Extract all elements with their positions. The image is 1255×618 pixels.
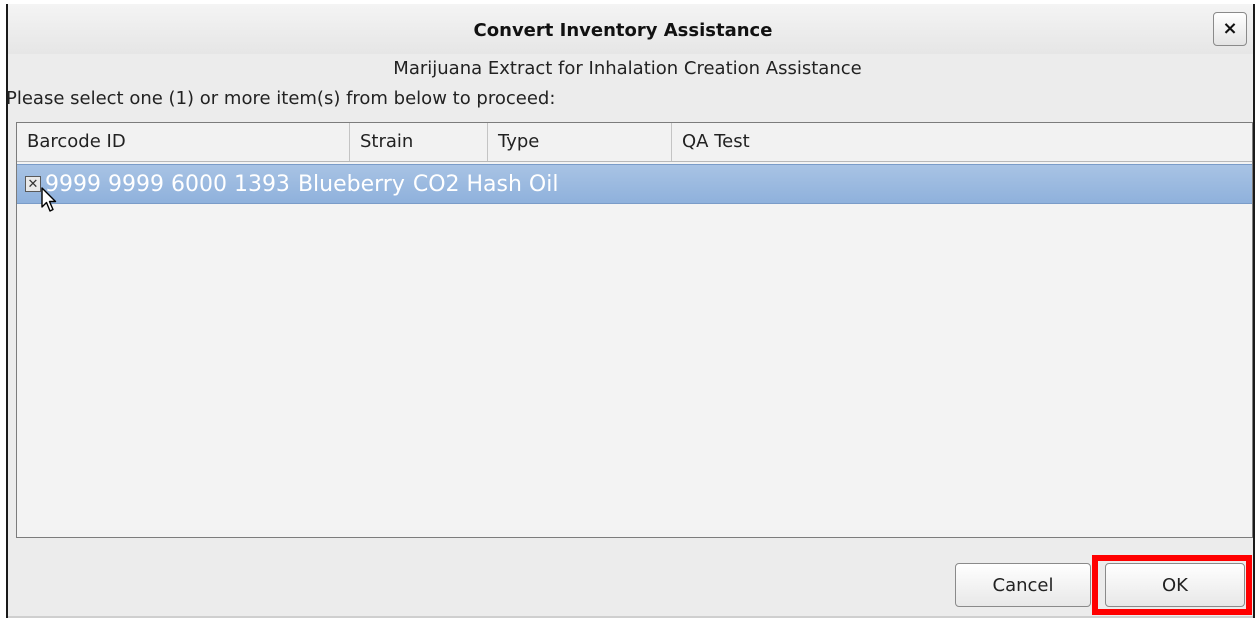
selection-instructions: Please select one (1) or more item(s) fr… [6, 88, 556, 109]
checkbox-checked-icon[interactable]: ✕ [25, 176, 41, 192]
table-row[interactable]: ✕ 9999 9999 6000 1393 Blueberry CO2 Hash… [17, 164, 1252, 212]
screenshot-page: Convert Inventory Assistance × Barcode I… [0, 0, 1255, 618]
ok-button[interactable]: OK [1105, 563, 1245, 607]
column-header-qa-test[interactable]: QA Test [672, 123, 1252, 161]
dialog-title: Convert Inventory Assistance [473, 20, 773, 41]
column-header-type[interactable]: Type [488, 123, 672, 161]
items-table: Barcode ID Strain Type QA Test ✕ 9999 99… [16, 122, 1253, 538]
close-icon: × [1222, 18, 1238, 39]
column-header-barcode-id[interactable]: Barcode ID [17, 123, 350, 161]
row-barcode-id: 9999 9999 6000 1393 [45, 171, 290, 197]
mouse-pointer-icon [41, 187, 57, 212]
cancel-button[interactable]: Cancel [955, 563, 1091, 607]
column-header-strain[interactable]: Strain [350, 123, 488, 161]
dialog-titlebar: Convert Inventory Assistance × [8, 4, 1253, 54]
row-type: CO2 Hash Oil [412, 171, 559, 197]
table-header: Barcode ID Strain Type QA Test [17, 123, 1252, 162]
dialog-subtitle: Marijuana Extract for Inhalation Creatio… [393, 58, 862, 79]
close-button[interactable]: × [1213, 12, 1247, 46]
row-strain: Blueberry [297, 171, 405, 197]
